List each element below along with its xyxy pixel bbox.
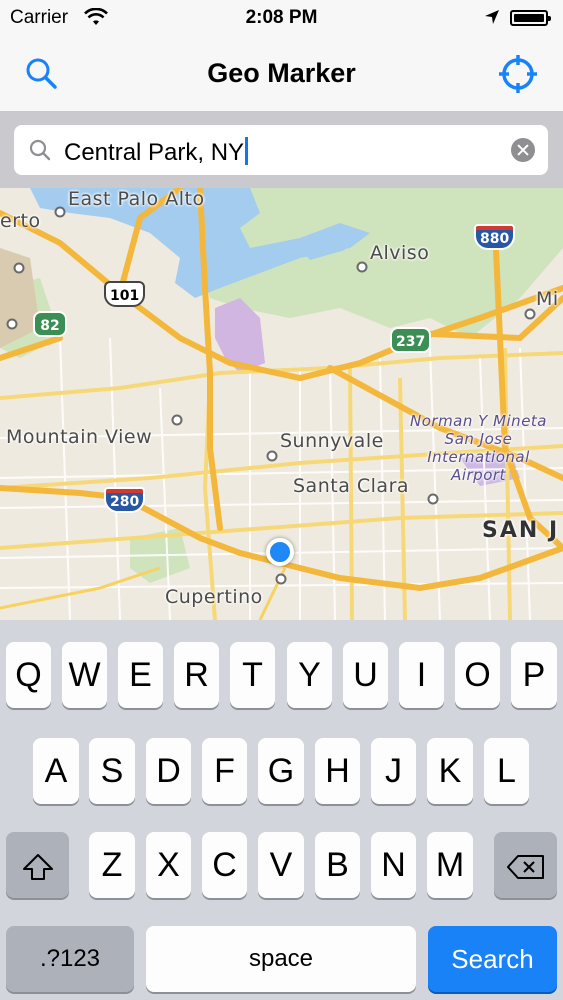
shift-arrow-icon <box>21 846 55 884</box>
key-m[interactable]: M <box>427 832 473 898</box>
key-q[interactable]: Q <box>6 642 51 708</box>
battery-icon <box>510 10 551 26</box>
search-input[interactable]: Central Park, NY <box>14 125 548 175</box>
magnifier-icon <box>28 138 52 167</box>
airport-line-3: International <box>427 448 530 466</box>
key-b[interactable]: B <box>315 832 360 898</box>
location-arrow-icon <box>484 9 500 30</box>
locate-me-button[interactable] <box>496 52 540 96</box>
key-c[interactable]: C <box>202 832 247 898</box>
key-o[interactable]: O <box>455 642 500 708</box>
key-d[interactable]: D <box>146 738 191 804</box>
numbers-key[interactable]: .?123 <box>6 926 134 992</box>
key-y[interactable]: Y <box>287 642 332 708</box>
map-label-sunnyvale: Sunnyvale <box>280 430 384 452</box>
map-label-san-jose: SAN J <box>482 518 560 543</box>
status-time: 2:08 PM <box>245 7 318 28</box>
key-h[interactable]: H <box>315 738 360 804</box>
on-screen-keyboard: Q W E R T Y U I O P A S D F G H J K L Z … <box>0 620 563 1000</box>
key-i[interactable]: I <box>399 642 444 708</box>
text-cursor <box>245 137 249 165</box>
map-label-santa-clara: Santa Clara <box>293 475 410 497</box>
shift-key[interactable] <box>6 832 69 898</box>
key-u[interactable]: U <box>343 642 388 708</box>
airport-line-1: Norman Y Mineta <box>410 412 547 430</box>
backspace-icon <box>506 846 546 884</box>
map-label-mountain-view: Mountain View <box>6 426 153 448</box>
space-key[interactable]: space <box>146 926 416 992</box>
key-t[interactable]: T <box>230 642 275 708</box>
us-101-shield: 101 <box>104 281 146 307</box>
key-p[interactable]: P <box>511 642 557 708</box>
interstate-880-shield: 880 <box>474 224 516 250</box>
page-title: Geo Marker <box>207 58 356 88</box>
key-k[interactable]: K <box>427 738 473 804</box>
map-label-milpitas: Mi <box>536 288 559 310</box>
delete-key[interactable] <box>494 832 557 898</box>
key-w[interactable]: W <box>62 642 107 708</box>
map-label-edge-left: erto <box>0 210 41 232</box>
crosshair-locate-icon <box>496 55 540 100</box>
search-query-text: Central Park, NY <box>64 139 245 166</box>
key-a[interactable]: A <box>33 738 79 804</box>
airport-line-2: San Jose <box>444 430 513 448</box>
key-z[interactable]: Z <box>89 832 135 898</box>
map-label-alviso: Alviso <box>370 242 430 264</box>
clear-x-icon[interactable] <box>511 138 535 162</box>
ca-82-shield: 82 <box>33 311 67 337</box>
ca-237-shield: 237 <box>390 327 432 353</box>
search-key[interactable]: Search <box>428 926 557 992</box>
interstate-280-shield: 280 <box>104 487 146 513</box>
key-j[interactable]: J <box>371 738 416 804</box>
key-s[interactable]: S <box>89 738 135 804</box>
map-label-east-palo-alto: East Palo Alto <box>68 188 205 210</box>
navigation-bar: Geo Marker <box>0 38 563 112</box>
key-e[interactable]: E <box>118 642 163 708</box>
key-x[interactable]: X <box>146 832 191 898</box>
user-location-dot <box>266 538 294 566</box>
key-g[interactable]: G <box>258 738 304 804</box>
key-v[interactable]: V <box>258 832 304 898</box>
key-r[interactable]: R <box>174 642 219 708</box>
status-bar: Carrier 2:08 PM <box>0 0 563 38</box>
map-label-cupertino: Cupertino <box>165 586 263 608</box>
key-f[interactable]: F <box>202 738 247 804</box>
map-label-airport: Norman Y Mineta San Jose International A… <box>410 412 547 484</box>
search-bar: Central Park, NY <box>0 112 563 188</box>
key-n[interactable]: N <box>371 832 416 898</box>
key-l[interactable]: L <box>484 738 529 804</box>
airport-line-4: Airport <box>451 466 506 484</box>
map-view[interactable]: East Palo Alto Alviso erto Mi Mountain V… <box>0 188 563 620</box>
